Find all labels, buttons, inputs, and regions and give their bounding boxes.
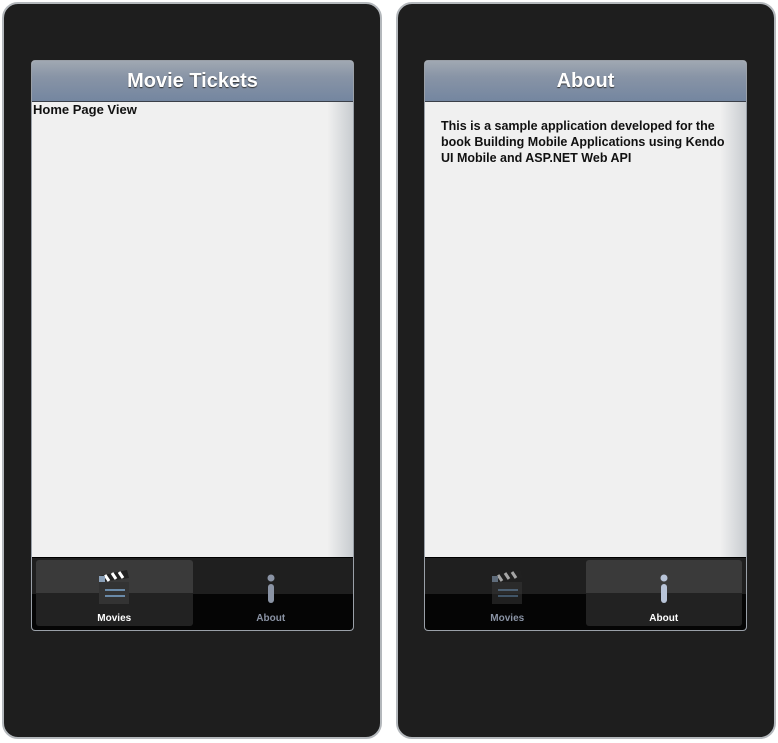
tab-movies[interactable]: Movies xyxy=(429,560,586,626)
tab-label: Movies xyxy=(490,613,525,624)
content-area: This is a sample application developed f… xyxy=(425,102,746,557)
app-screen: Movie Tickets Home Page View Movies Abou… xyxy=(31,60,354,631)
tab-bar: Movies About xyxy=(32,557,353,630)
phone-about: About This is a sample application devel… xyxy=(394,0,778,743)
clapperboard-icon xyxy=(99,570,130,604)
tab-label: About xyxy=(649,613,679,624)
clapperboard-icon xyxy=(492,570,523,604)
home-text: Home Page View xyxy=(33,102,137,117)
app-screen: About This is a sample application devel… xyxy=(424,60,747,631)
tab-movies[interactable]: Movies xyxy=(36,560,193,626)
tab-bar: Movies About xyxy=(425,557,746,630)
tab-about[interactable]: About xyxy=(585,560,742,626)
tab-label: Movies xyxy=(97,613,132,624)
tab-label: About xyxy=(256,613,286,624)
tab-about[interactable]: About xyxy=(193,560,350,626)
about-text: This is a sample application developed f… xyxy=(441,119,725,165)
content-area: Home Page View xyxy=(32,102,353,557)
phone-home: Movie Tickets Home Page View Movies Abou… xyxy=(0,0,384,743)
page-title: Movie Tickets xyxy=(32,61,353,102)
info-icon xyxy=(660,574,668,603)
info-icon xyxy=(267,574,275,603)
page-title: About xyxy=(425,61,746,102)
